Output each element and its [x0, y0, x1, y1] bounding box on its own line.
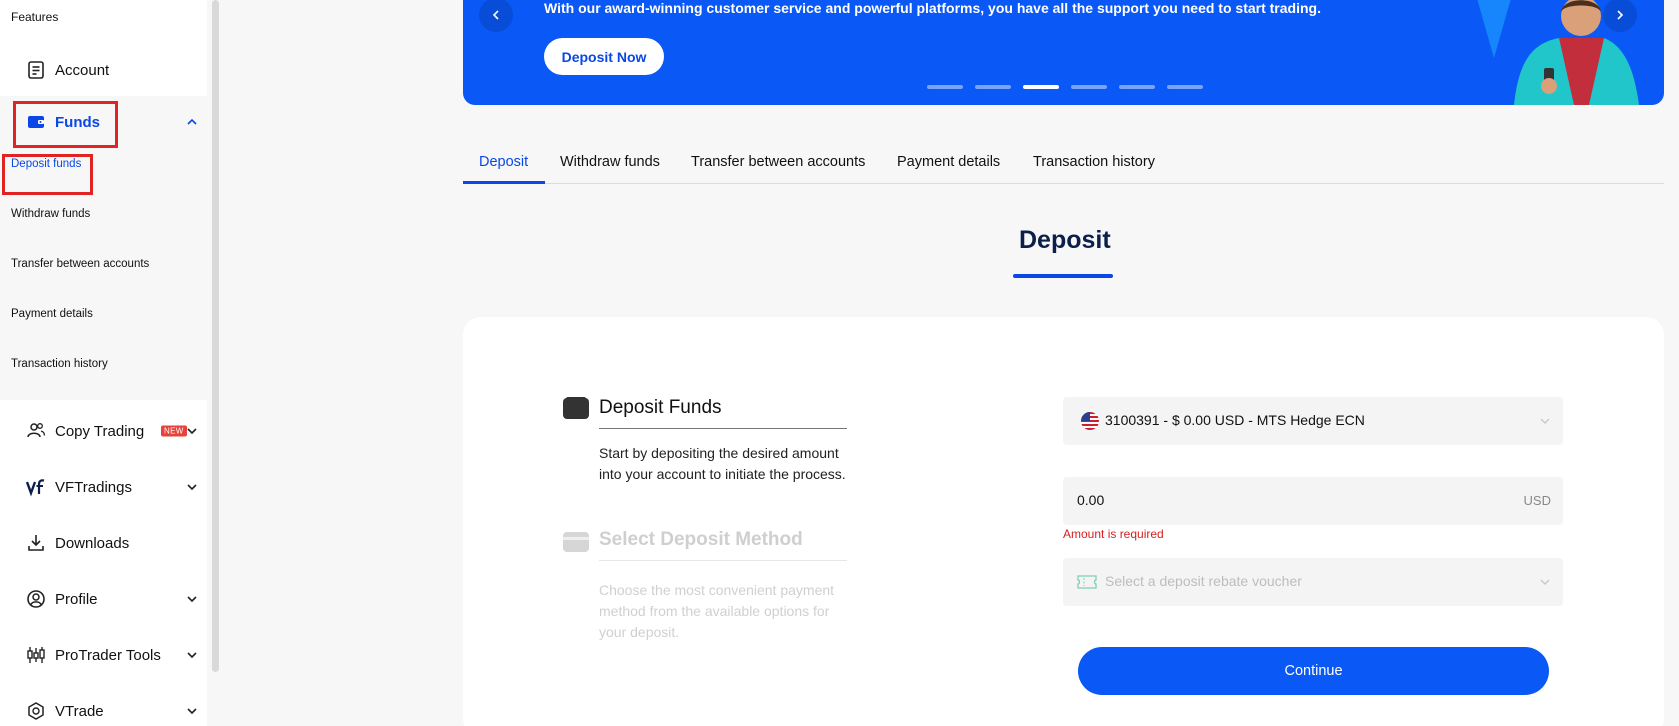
sidebar-item-label: VTrade [55, 702, 104, 720]
step-desc-line: Choose the most convenient payment [599, 582, 835, 598]
sidebar-item-account[interactable]: Account [0, 44, 207, 96]
sidebar-item-label: Account [55, 61, 110, 79]
sidebar-item-label: Downloads [55, 534, 130, 552]
sidebar-subitem-transfer[interactable]: Transfer between accounts [11, 258, 149, 270]
step-deposit-funds-description: Start by depositing the desired amount i… [599, 443, 846, 485]
sidebar-scrollbar[interactable] [212, 0, 219, 672]
deposit-funds-highlight-box [2, 154, 93, 195]
carousel-dot[interactable] [1167, 85, 1203, 89]
new-badge: NEW [161, 425, 187, 437]
promo-banner: With our award-winning customer service … [463, 0, 1664, 105]
sidebar-item-label: Profile [55, 590, 98, 608]
sidebar-item-vtrade[interactable]: VTrade [0, 685, 207, 726]
step-divider [599, 428, 847, 429]
wallet-icon [563, 397, 589, 419]
voucher-select-placeholder: Select a deposit rebate voucher [1105, 573, 1302, 589]
document-icon [28, 61, 44, 79]
sidebar-subitem-transaction-history[interactable]: Transaction history [11, 358, 108, 370]
carousel-dot[interactable] [927, 85, 963, 89]
sidebar-item-vftradings[interactable]: VFTradings [0, 461, 207, 513]
carousel-dot-active[interactable] [1023, 85, 1059, 89]
chevron-down-icon[interactable] [186, 593, 198, 605]
sidebar-subitem-payment-details[interactable]: Payment details [11, 308, 93, 320]
sidebar: Features Account Funds Deposit funds Wit… [0, 0, 207, 726]
funds-tabs: Deposit Withdraw funds Transfer between … [463, 148, 1664, 184]
banner-prev-button[interactable] [479, 0, 513, 32]
sidebar-item-profile[interactable]: Profile [0, 573, 207, 625]
carousel-dot[interactable] [1119, 85, 1155, 89]
carousel-dots [927, 85, 1203, 89]
chevron-down-icon[interactable] [186, 705, 198, 717]
step-divider [599, 560, 847, 561]
sidebar-header: Features [11, 10, 59, 24]
chevron-down-icon[interactable] [186, 425, 198, 437]
amount-currency: USD [1523, 493, 1551, 508]
chevron-left-icon [492, 10, 499, 20]
card-icon [563, 532, 589, 552]
sidebar-item-copy-trading[interactable]: Copy Trading NEW [0, 405, 207, 457]
deposit-now-button[interactable]: Deposit Now [544, 38, 664, 75]
users-icon [27, 423, 46, 438]
chevron-down-icon[interactable] [186, 481, 198, 493]
step-desc-line: into your account to initiate the proces… [599, 466, 846, 482]
voucher-select[interactable]: Select a deposit rebate voucher [1063, 558, 1563, 606]
account-select[interactable]: 3100391 - $ 0.00 USD - MTS Hedge ECN [1063, 397, 1563, 445]
download-icon [28, 535, 44, 551]
amount-error-message: Amount is required [1063, 527, 1164, 541]
tab-transaction-history[interactable]: Transaction history [1033, 154, 1155, 170]
sidebar-item-protrader-tools[interactable]: ProTrader Tools [0, 629, 207, 681]
sidebar-subitem-withdraw-funds[interactable]: Withdraw funds [11, 208, 90, 220]
tab-transfer-between-accounts[interactable]: Transfer between accounts [691, 154, 865, 170]
step-desc-line: Start by depositing the desired amount [599, 445, 839, 461]
chevron-down-icon [1540, 418, 1550, 424]
chevron-down-icon [1540, 579, 1550, 585]
amount-input[interactable]: 0.00 USD [1063, 477, 1563, 525]
tab-deposit[interactable]: Deposit [479, 154, 528, 170]
continue-button[interactable]: Continue [1078, 647, 1549, 695]
page-title: Deposit [1019, 226, 1111, 254]
amount-input-value: 0.00 [1077, 492, 1105, 508]
sidebar-item-label: VFTradings [55, 478, 132, 496]
us-flag-icon [1081, 412, 1099, 430]
carousel-dot[interactable] [975, 85, 1011, 89]
step-desc-line: your deposit. [599, 624, 680, 640]
carousel-dot[interactable] [1071, 85, 1107, 89]
vf-logo-icon [26, 479, 45, 497]
chevron-down-icon[interactable] [186, 649, 198, 661]
ticket-icon [1077, 575, 1097, 589]
funds-highlight-box [13, 101, 118, 148]
account-select-value: 3100391 - $ 0.00 USD - MTS Hedge ECN [1105, 412, 1365, 428]
chevron-right-icon [1617, 10, 1624, 20]
tab-withdraw-funds[interactable]: Withdraw funds [560, 154, 660, 170]
step-deposit-funds-title: Deposit Funds [599, 397, 722, 418]
sidebar-item-label: ProTrader Tools [55, 646, 161, 664]
tab-payment-details[interactable]: Payment details [897, 154, 1000, 170]
banner-text: With our award-winning customer service … [544, 0, 1321, 16]
step-select-method-description: Choose the most convenient payment metho… [599, 580, 834, 643]
page-title-underline [1013, 274, 1113, 278]
step-desc-line: method from the available options for [599, 603, 830, 619]
sidebar-item-label: Copy Trading [55, 422, 145, 440]
step-select-method-title: Select Deposit Method [599, 529, 803, 550]
active-tab-underline [463, 181, 545, 184]
candlestick-icon [27, 647, 45, 663]
vtrade-icon [28, 702, 44, 720]
chevron-up-icon[interactable] [186, 116, 198, 128]
user-circle-icon [27, 590, 45, 608]
sidebar-item-downloads[interactable]: Downloads [0, 517, 207, 569]
deposit-card: Deposit Funds Start by depositing the de… [463, 317, 1664, 726]
